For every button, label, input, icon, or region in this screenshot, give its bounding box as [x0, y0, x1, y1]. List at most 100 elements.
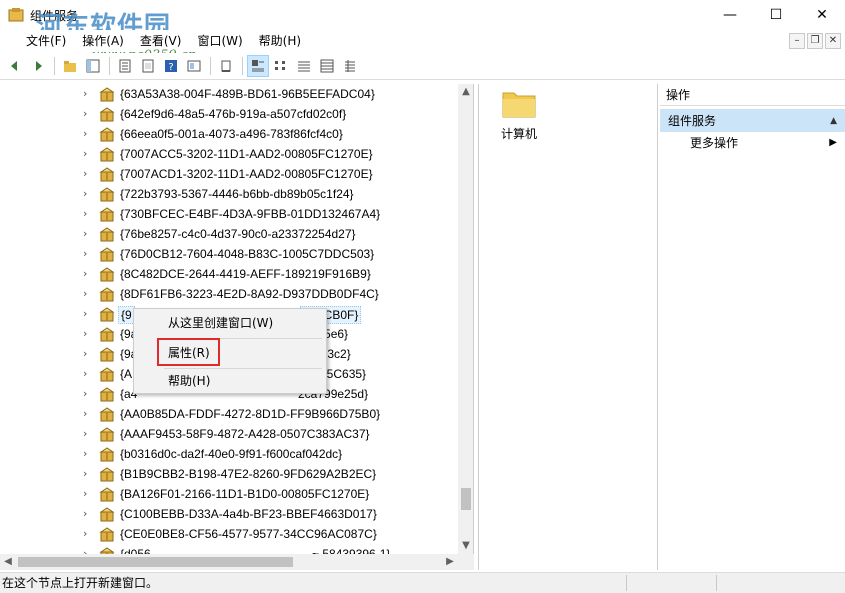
- more-actions-item[interactable]: 更多操作 ▶: [660, 132, 845, 154]
- help-icon[interactable]: ?: [160, 55, 182, 77]
- scroll-up-icon[interactable]: ▲: [458, 84, 474, 100]
- expand-chevron-icon[interactable]: ›: [83, 88, 93, 100]
- tree-row[interactable]: › {730BFCEC-E4BF-4D3A-9FBB-01DD132467A4}: [0, 204, 458, 224]
- tree-item-label[interactable]: {722b3793-5367-4446-b6bb-db89b05c1f24}: [118, 186, 356, 202]
- scroll-right-icon[interactable]: ▶: [442, 554, 458, 570]
- snap-in-icon[interactable]: [183, 55, 205, 77]
- tree-item-label[interactable]: {76be8257-c4c0-4d37-90c0-a23372254d27}: [118, 226, 358, 242]
- tree-horizontal-scrollbar[interactable]: ◀ ▶: [0, 554, 474, 570]
- tree-item-label[interactable]: {B1B9CBB2-B198-47E2-8260-9FD629A2B2EC}: [118, 466, 378, 482]
- tree-row[interactable]: › {722b3793-5367-4446-b6bb-db89b05c1f24}: [0, 184, 458, 204]
- tree-item-label[interactable]: {66eea0f5-001a-4073-a496-783f86fcf4c0}: [118, 126, 345, 142]
- tree-item-label[interactable]: {BA126F01-2166-11D1-B1D0-00805FC1270E}: [118, 486, 371, 502]
- actions-section-component-services[interactable]: 组件服务 ▲: [660, 108, 845, 132]
- forward-icon[interactable]: [27, 55, 49, 77]
- tree-row[interactable]: › {8DF61FB6-3223-4E2D-8A92-D937DDB0DF4C}: [0, 284, 458, 304]
- properties-icon[interactable]: [114, 55, 136, 77]
- scroll-thumb[interactable]: [461, 488, 471, 510]
- close-button[interactable]: ✕: [799, 0, 845, 30]
- tree-vertical-scrollbar[interactable]: ▲ ▼: [458, 84, 474, 554]
- tree-item-label[interactable]: {AA0B85DA-FDDF-4272-8D1D-FF9B966D75B0}: [118, 406, 382, 422]
- hscroll-thumb[interactable]: [18, 557, 293, 567]
- tree-item-label[interactable]: {A: [118, 366, 134, 382]
- mdi-close-button[interactable]: ✕: [825, 33, 841, 49]
- status-view-icon[interactable]: [339, 55, 361, 77]
- tree-row[interactable]: › {8C482DCE-2644-4419-AEFF-189219F916B9}: [0, 264, 458, 284]
- expand-chevron-icon[interactable]: ›: [83, 108, 93, 120]
- scroll-down-icon[interactable]: ▼: [458, 538, 474, 554]
- expand-chevron-icon[interactable]: ›: [83, 368, 93, 380]
- tree-row[interactable]: › {76be8257-c4c0-4d37-90c0-a23372254d27}: [0, 224, 458, 244]
- expand-chevron-icon[interactable]: ›: [83, 348, 93, 360]
- back-icon[interactable]: [4, 55, 26, 77]
- export-list-icon[interactable]: [137, 55, 159, 77]
- expand-chevron-icon[interactable]: ›: [83, 448, 93, 460]
- tree-row[interactable]: › {66eea0f5-001a-4073-a496-783f86fcf4c0}: [0, 124, 458, 144]
- expand-chevron-icon[interactable]: ›: [83, 128, 93, 140]
- tree-item-label[interactable]: {76D0CB12-7604-4048-B83C-1005C7DDC503}: [118, 246, 376, 262]
- tree-item-label[interactable]: {C100BEBB-D33A-4a4b-BF23-BBEF4663D017}: [118, 506, 379, 522]
- tree-row[interactable]: › {AA0B85DA-FDDF-4272-8D1D-FF9B966D75B0}: [0, 404, 458, 424]
- tree-item-label[interactable]: {730BFCEC-E4BF-4D3A-9FBB-01DD132467A4}: [118, 206, 382, 222]
- tree-row[interactable]: › {7007ACD1-3202-11D1-AAD2-00805FC1270E}: [0, 164, 458, 184]
- expand-chevron-icon[interactable]: ›: [83, 148, 93, 160]
- expand-chevron-icon[interactable]: ›: [83, 268, 93, 280]
- tree-item-label[interactable]: {63A53A38-004F-489B-BD61-96B5EEFADC04}: [118, 86, 377, 102]
- tree-row[interactable]: ›{d056...~ 58439396-1}: [0, 544, 458, 554]
- minimize-button[interactable]: —: [707, 0, 753, 30]
- tree-row[interactable]: › {642ef9d6-48a5-476b-919a-a507cfd02c0f}: [0, 104, 458, 124]
- tree-item-label[interactable]: {CE0E0BE8-CF56-4577-9577-34CC96AC087C}: [118, 526, 379, 542]
- expand-chevron-icon[interactable]: ›: [83, 188, 93, 200]
- list-view-icon[interactable]: [293, 55, 315, 77]
- maximize-button[interactable]: ☐: [753, 0, 799, 30]
- up-folder-icon[interactable]: [59, 55, 81, 77]
- expand-chevron-icon[interactable]: ›: [83, 468, 93, 480]
- expand-chevron-icon[interactable]: ›: [83, 508, 93, 520]
- ctx-help[interactable]: 帮助(H): [134, 370, 326, 392]
- menu-window[interactable]: 窗口(W): [189, 30, 250, 52]
- menu-help[interactable]: 帮助(H): [251, 30, 309, 52]
- mdi-restore-button[interactable]: ❐: [807, 33, 823, 49]
- show-hide-tree-icon[interactable]: [82, 55, 104, 77]
- expand-chevron-icon[interactable]: ›: [83, 388, 93, 400]
- large-icons-view-icon[interactable]: [247, 55, 269, 77]
- tree-row[interactable]: › {b0316d0c-da2f-40e0-9f91-f600caf042dc}: [0, 444, 458, 464]
- expand-chevron-icon[interactable]: ›: [83, 288, 93, 300]
- tree-row[interactable]: › {B1B9CBB2-B198-47E2-8260-9FD629A2B2EC}: [0, 464, 458, 484]
- menu-file[interactable]: 文件(F): [18, 30, 74, 52]
- expand-chevron-icon[interactable]: ›: [83, 408, 93, 420]
- tree-item-label[interactable]: {7007ACC5-3202-11D1-AAD2-00805FC1270E}: [118, 146, 375, 162]
- expand-chevron-icon[interactable]: ›: [83, 328, 93, 340]
- tree-item-label[interactable]: {AAAF9453-58F9-4872-A428-0507C383AC37}: [118, 426, 372, 442]
- tree-row[interactable]: › {76D0CB12-7604-4048-B83C-1005C7DDC503}: [0, 244, 458, 264]
- expand-chevron-icon[interactable]: ›: [83, 168, 93, 180]
- tree-row[interactable]: › {CE0E0BE8-CF56-4577-9577-34CC96AC087C}: [0, 524, 458, 544]
- computer-folder-label[interactable]: 计算机: [501, 125, 537, 142]
- tree-row[interactable]: › {BA126F01-2166-11D1-B1D0-00805FC1270E}: [0, 484, 458, 504]
- tree-row[interactable]: › {63A53A38-004F-489B-BD61-96B5EEFADC04}: [0, 84, 458, 104]
- detail-view-icon[interactable]: [316, 55, 338, 77]
- expand-chevron-icon[interactable]: ›: [83, 488, 93, 500]
- stop-icon[interactable]: [215, 55, 237, 77]
- tree-row[interactable]: › {AAAF9453-58F9-4872-A428-0507C383AC37}: [0, 424, 458, 444]
- tree-item-label[interactable]: {8C482DCE-2644-4419-AEFF-189219F916B9}: [118, 266, 373, 282]
- tree-item-label[interactable]: {8DF61FB6-3223-4E2D-8A92-D937DDB0DF4C}: [118, 286, 381, 302]
- expand-chevron-icon[interactable]: ›: [83, 308, 93, 320]
- tree-item-label[interactable]: {b0316d0c-da2f-40e0-9f91-f600caf042dc}: [118, 446, 344, 462]
- expand-chevron-icon[interactable]: ›: [83, 228, 93, 240]
- tree-item-label[interactable]: {d056: [118, 546, 153, 554]
- ctx-new-window-from-here[interactable]: 从这里创建窗口(W): [134, 312, 326, 334]
- expand-chevron-icon[interactable]: ›: [83, 428, 93, 440]
- tree-row[interactable]: › {C100BEBB-D33A-4a4b-BF23-BBEF4663D017}: [0, 504, 458, 524]
- scroll-left-icon[interactable]: ◀: [0, 554, 16, 570]
- mdi-minimize-button[interactable]: –: [789, 33, 805, 49]
- expand-chevron-icon[interactable]: ›: [83, 208, 93, 220]
- expand-chevron-icon[interactable]: ›: [83, 528, 93, 540]
- computer-folder-item[interactable]: [499, 88, 539, 121]
- small-icons-view-icon[interactable]: [270, 55, 292, 77]
- tree-row[interactable]: › {7007ACC5-3202-11D1-AAD2-00805FC1270E}: [0, 144, 458, 164]
- collapse-caret-icon[interactable]: ▲: [830, 109, 837, 133]
- tree-item-label[interactable]: {642ef9d6-48a5-476b-919a-a507cfd02c0f}: [118, 106, 348, 122]
- expand-chevron-icon[interactable]: ›: [83, 248, 93, 260]
- tree-item-label[interactable]: {7007ACD1-3202-11D1-AAD2-00805FC1270E}: [118, 166, 375, 182]
